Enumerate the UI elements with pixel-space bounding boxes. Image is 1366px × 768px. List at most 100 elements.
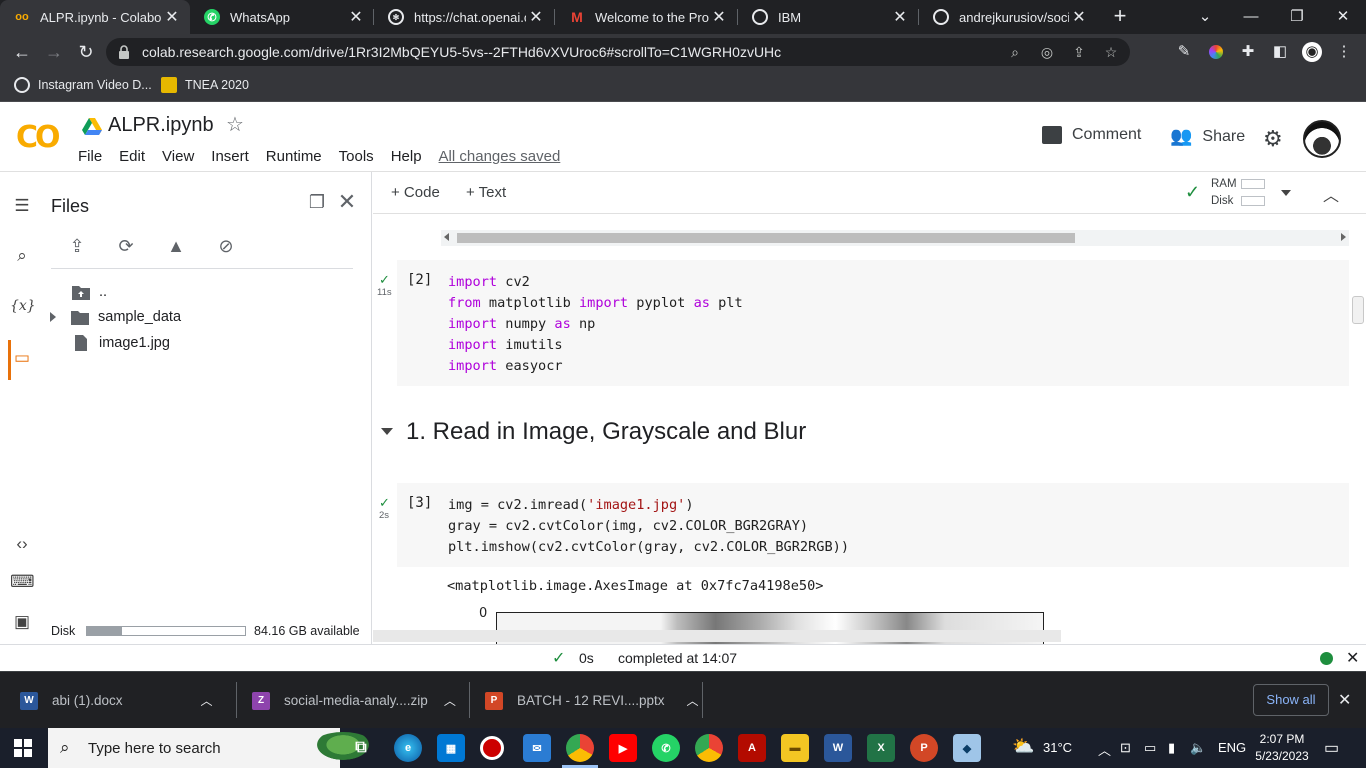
window-close-button[interactable]: ✕: [1320, 0, 1366, 34]
scroll-right-icon[interactable]: [1341, 233, 1346, 241]
expand-arrow-icon[interactable]: [50, 312, 56, 322]
address-bar[interactable]: colab.research.google.com/drive/1Rr3I2Mb…: [106, 38, 1130, 66]
status-close-icon[interactable]: ✕: [1346, 648, 1359, 668]
open-in-window-icon[interactable]: ❐: [304, 190, 330, 214]
account-avatar[interactable]: [1303, 120, 1341, 158]
tab-gmail[interactable]: M Welcome to the Profe ✕: [555, 0, 737, 34]
tree-item-image1[interactable]: image1.jpg: [72, 335, 170, 351]
profile-avatar-icon[interactable]: ◉: [1302, 42, 1322, 62]
close-icon[interactable]: ✕: [346, 7, 366, 27]
weather-icon[interactable]: ⛅: [1012, 736, 1034, 757]
menu-file[interactable]: File: [78, 148, 102, 165]
add-text-button[interactable]: + Text: [466, 184, 506, 201]
tab-ibm[interactable]: IBM ✕: [738, 0, 918, 34]
save-status[interactable]: All changes saved: [439, 148, 561, 165]
bookmark-star-icon[interactable]: ☆: [1102, 43, 1120, 61]
chevron-up-icon[interactable]: ︿: [201, 692, 213, 709]
hide-files-icon[interactable]: ⊘: [213, 234, 239, 258]
tab-github[interactable]: andrejkurusiov/social- ✕: [919, 0, 1097, 34]
chrome-profile-icon[interactable]: [695, 734, 723, 762]
upload-file-icon[interactable]: ⇪: [64, 234, 90, 258]
language-indicator[interactable]: ENG: [1218, 740, 1246, 755]
excel-icon[interactable]: X: [867, 734, 895, 762]
notebook-vertical-scrollbar[interactable]: [1352, 296, 1366, 326]
close-panel-icon[interactable]: ✕: [334, 190, 360, 214]
close-icon[interactable]: ✕: [709, 7, 729, 27]
disk-usage-bar[interactable]: [1241, 196, 1265, 206]
minimize-button[interactable]: —: [1228, 0, 1274, 34]
task-view-icon[interactable]: ⧉: [347, 734, 375, 762]
tab-chatgpt[interactable]: ✻ https://chat.openai.co ✕: [374, 0, 554, 34]
tab-search-chevron-icon[interactable]: ⌄: [1182, 0, 1228, 34]
wifi-icon[interactable]: ▭: [1144, 740, 1156, 756]
side-panel-icon[interactable]: ◧: [1270, 42, 1290, 62]
search-icon[interactable]: ⌕: [10, 244, 34, 268]
extensions-puzzle-icon[interactable]: ✚: [1238, 42, 1258, 62]
scroll-left-icon[interactable]: [444, 233, 449, 241]
store-icon[interactable]: ▦: [437, 734, 465, 762]
download-item-docx[interactable]: W abi (1).docx ︿: [20, 672, 213, 729]
scrollbar-thumb[interactable]: [457, 233, 1075, 243]
folder-icon[interactable]: ▭: [10, 346, 34, 370]
notebook-title[interactable]: ALPR.ipynb: [108, 114, 214, 137]
zoom-icon[interactable]: ⌕: [1006, 43, 1024, 61]
file-explorer-icon[interactable]: ▬: [781, 734, 809, 762]
download-item-zip[interactable]: Z social-media-analy....zip ︿: [252, 672, 456, 729]
code-editor[interactable]: img = cv2.imread('image1.jpg') gray = cv2…: [448, 495, 849, 558]
close-icon[interactable]: ✕: [890, 7, 910, 27]
chevron-up-icon[interactable]: ︿: [687, 692, 699, 709]
youtube-icon[interactable]: ▶: [609, 734, 637, 762]
download-item-pptx[interactable]: P BATCH - 12 REVI....pptx ︿: [485, 672, 699, 729]
section-heading[interactable]: 1. Read in Image, Grayscale and Blur: [406, 418, 806, 446]
back-button[interactable]: ←: [10, 40, 34, 64]
menu-view[interactable]: View: [162, 148, 194, 165]
tray-expand-icon[interactable]: ︿: [1098, 740, 1111, 759]
edge-icon[interactable]: e: [394, 734, 422, 762]
weather-temp[interactable]: 31°C: [1043, 740, 1072, 755]
menu-insert[interactable]: Insert: [211, 148, 249, 165]
share-page-icon[interactable]: ⇪: [1070, 43, 1088, 61]
forward-button[interactable]: →: [42, 40, 66, 64]
table-of-contents-icon[interactable]: ☰: [10, 194, 34, 218]
pen-extension-icon[interactable]: ✎: [1174, 42, 1194, 62]
add-code-button[interactable]: + Code: [391, 184, 440, 201]
command-palette-icon[interactable]: ⌨: [10, 570, 35, 594]
bookmark-instagram[interactable]: Instagram Video D...: [14, 77, 152, 93]
star-icon[interactable]: ☆: [226, 112, 244, 137]
close-icon[interactable]: ✕: [162, 7, 182, 27]
taskbar-clock[interactable]: 2:07 PM 5/23/2023: [1252, 731, 1312, 765]
word-icon[interactable]: W: [824, 734, 852, 762]
restore-button[interactable]: ❐: [1274, 0, 1320, 34]
share-button[interactable]: 👥 Share: [1170, 126, 1245, 147]
tree-item-parent[interactable]: ..: [72, 284, 107, 300]
code-cell-3[interactable]: [3] img = cv2.imread('image1.jpg') gray =…: [397, 483, 1349, 567]
code-cell-2[interactable]: [2] import cv2 from matplotlib import pyp…: [397, 260, 1349, 386]
mount-drive-icon[interactable]: ▲: [163, 234, 189, 258]
volume-icon[interactable]: 🔈: [1190, 740, 1206, 756]
notification-icon[interactable]: ▭: [1324, 738, 1339, 758]
windows-start-icon[interactable]: [14, 739, 32, 757]
recorder-icon[interactable]: [480, 736, 504, 760]
tracking-protection-icon[interactable]: ◎: [1038, 43, 1056, 61]
close-icon[interactable]: ✕: [526, 7, 546, 27]
runtime-dropdown-icon[interactable]: [1281, 190, 1291, 196]
acrobat-icon[interactable]: A: [738, 734, 766, 762]
network-icon[interactable]: ⊡: [1120, 740, 1131, 756]
bookmark-tnea[interactable]: TNEA 2020: [161, 77, 249, 93]
show-all-downloads-button[interactable]: Show all: [1253, 684, 1329, 716]
tab-colab[interactable]: oo ALPR.ipynb - Colabora ✕: [0, 0, 190, 34]
chrome-icon[interactable]: [566, 734, 594, 762]
tab-whatsapp[interactable]: ✆ WhatsApp ✕: [190, 0, 374, 34]
close-icon[interactable]: ✕: [1069, 7, 1089, 27]
color-extension-icon[interactable]: [1206, 42, 1226, 62]
ram-usage-bar[interactable]: [1241, 179, 1265, 189]
collapse-chevron-icon[interactable]: ︿: [1323, 182, 1339, 206]
menu-tools[interactable]: Tools: [339, 148, 374, 165]
comment-button[interactable]: Comment: [1042, 126, 1141, 144]
taskbar-search-box[interactable]: ⌕ Type here to search: [48, 728, 376, 768]
new-tab-button[interactable]: +: [1108, 4, 1132, 28]
code-snippets-icon[interactable]: ‹›: [10, 532, 34, 556]
code-editor[interactable]: import cv2 from matplotlib import pyplot …: [448, 272, 743, 377]
battery-icon[interactable]: ▮: [1168, 740, 1175, 756]
mail-icon[interactable]: ✉: [523, 734, 551, 762]
